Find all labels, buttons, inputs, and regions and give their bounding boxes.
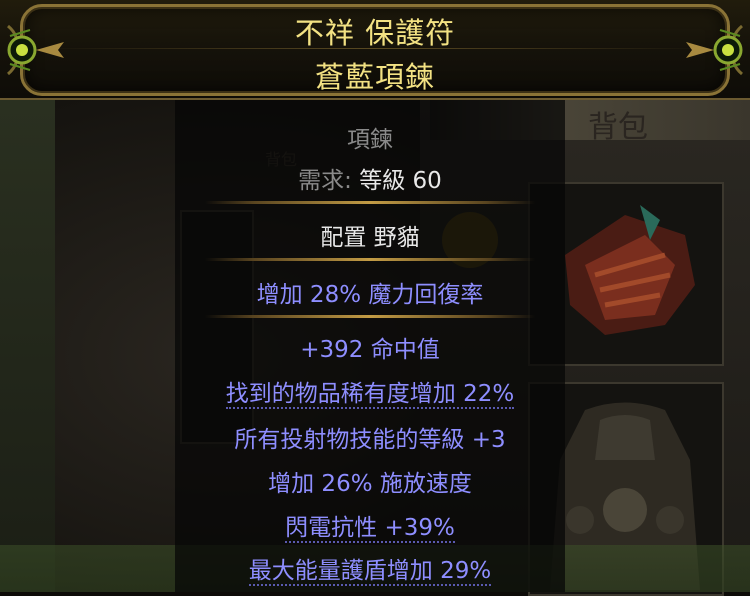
separator-3	[205, 315, 535, 318]
item-tooltip: 不祥 保護符 蒼藍項鍊 項鍊 需求: 等級 60 配置 野貓 增加 28% 魔力…	[0, 0, 750, 592]
requirements-value: 等級 60	[359, 168, 442, 194]
requirements-label: 需求:	[298, 168, 352, 194]
item-name: 不祥 保護符	[294, 16, 456, 50]
explicit-mod-text: 找到的物品稀有度增加 22%	[225, 381, 515, 409]
separator-2	[205, 258, 535, 261]
explicit-mod: 找到的物品稀有度增加 22%	[175, 374, 565, 409]
separator-1	[205, 201, 535, 204]
explicit-mod: 最大能量護盾增加 29%	[175, 551, 565, 586]
explicit-mod: +392 命中值	[300, 337, 440, 363]
explicit-mod: 所有投射物技能的等級 +3	[234, 427, 506, 453]
enchant-mod: 配置 野貓	[320, 225, 420, 251]
implicit-mod: 增加 28% 魔力回復率	[256, 282, 484, 308]
explicit-mod-text: 最大能量護盾增加 29%	[248, 558, 492, 586]
explicit-mod: 閃電抗性 +39%	[175, 508, 565, 543]
item-base-type: 蒼藍項鍊	[314, 60, 435, 94]
item-class: 項鍊	[347, 127, 393, 153]
tooltip-header: 不祥 保護符 蒼藍項鍊	[0, 0, 750, 100]
explicit-mod-text: 閃電抗性 +39%	[285, 515, 455, 543]
explicit-mod: 增加 26% 施放速度	[268, 471, 472, 497]
requirements-line: 需求: 等級 60	[175, 161, 565, 195]
